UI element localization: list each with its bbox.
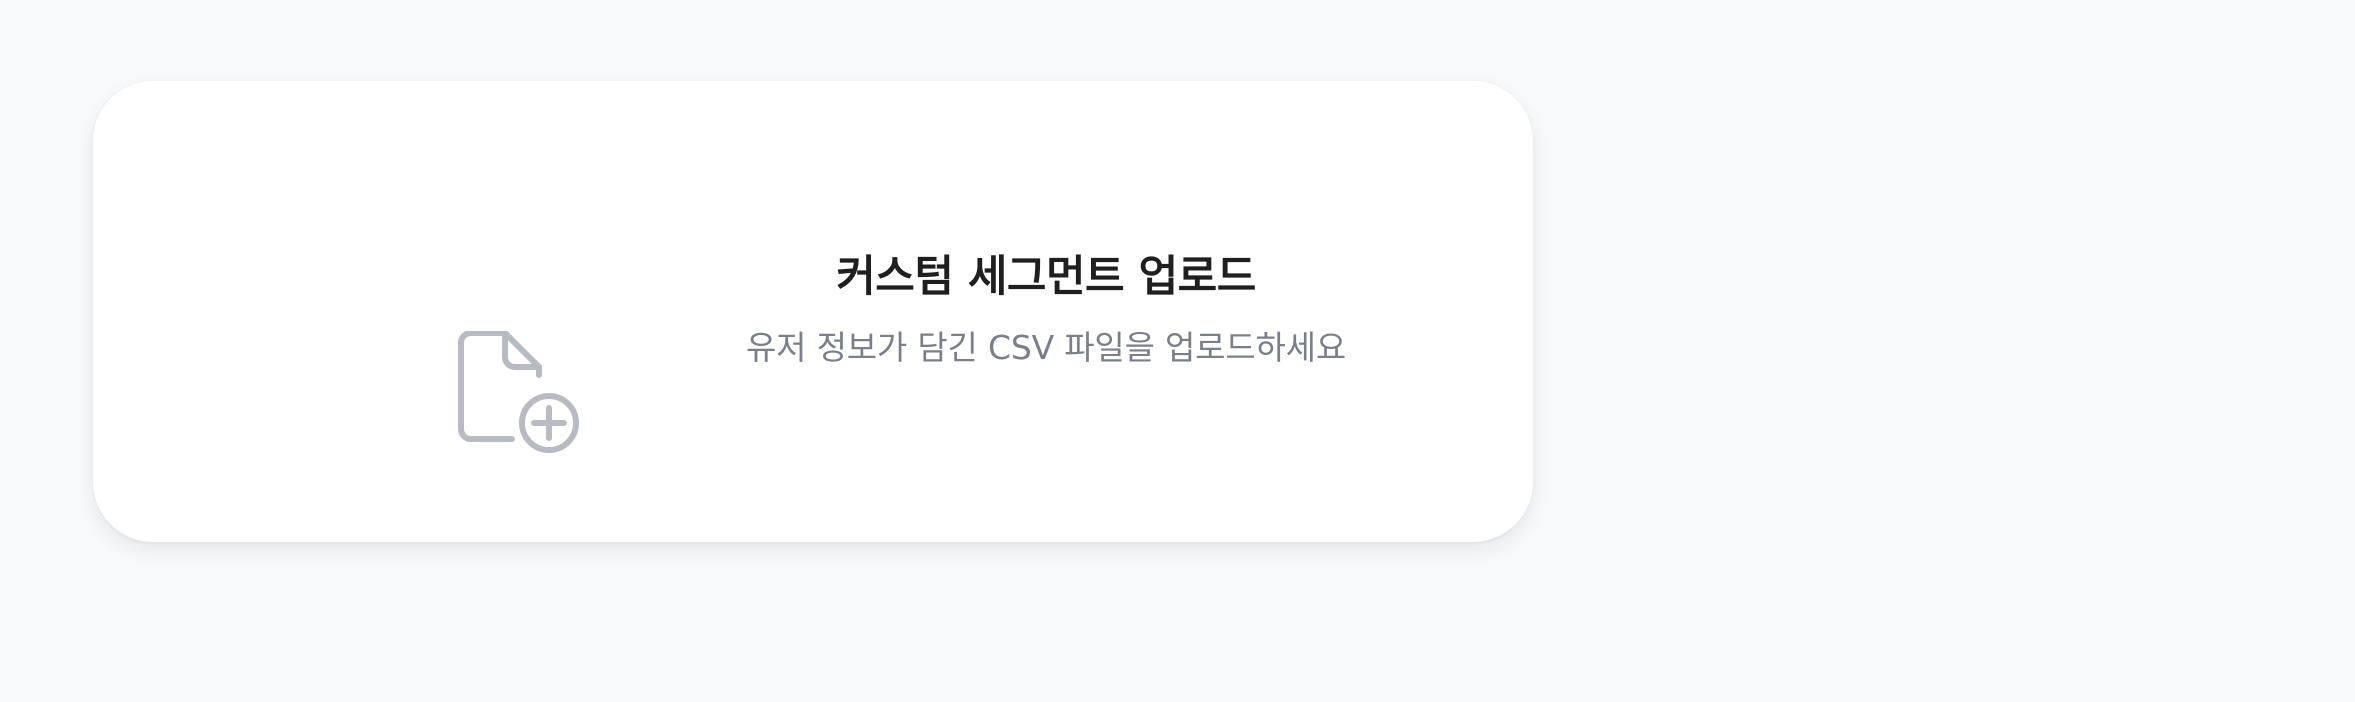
file-plus-icon: [458, 331, 579, 453]
csv-upload-dropzone[interactable]: 커스텀 세그먼트 업로드 유저 정보가 담긴 CSV 파일을 업로드하세요: [93, 81, 1533, 542]
upload-subtitle: 유저 정보가 담긴 CSV 파일을 업로드하세요: [746, 328, 1346, 367]
upload-title: 커스텀 세그먼트 업로드: [836, 252, 1256, 302]
page: 커스텀 세그먼트 업로드 유저 정보가 담긴 CSV 파일을 업로드하세요: [0, 0, 2355, 702]
